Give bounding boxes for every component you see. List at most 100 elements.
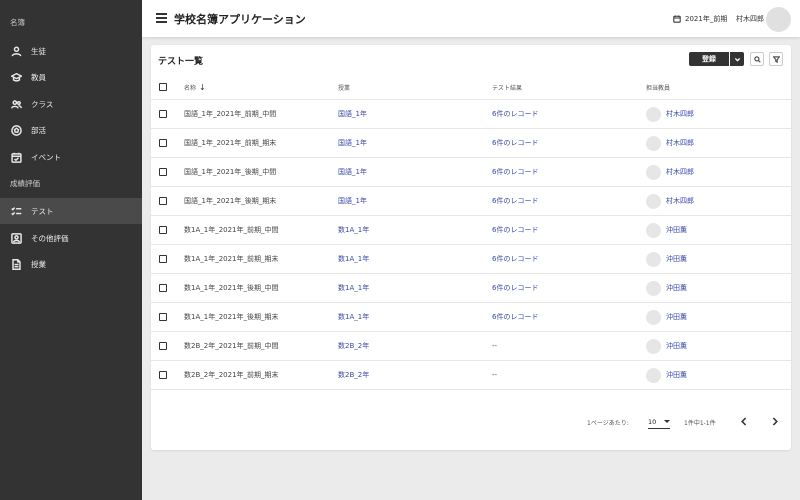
term-label: 2021年_前期 — [685, 15, 728, 23]
sidebar-item-clubs[interactable]: 部活 — [0, 117, 142, 143]
select-all-checkbox[interactable] — [159, 83, 167, 91]
teacher-cell: 村木四郎 — [646, 100, 694, 128]
sidebar-item-courses[interactable]: 授業 — [0, 251, 142, 277]
result-link[interactable]: 6件のレコード — [492, 158, 538, 186]
course-link[interactable]: 数1A_1年 — [338, 245, 369, 273]
chevron-left-icon — [741, 416, 747, 426]
teacher-link[interactable]: 村木四郎 — [666, 138, 694, 148]
table-row[interactable]: 国語_1年_2021年_後期_期末 国語_1年 6件のレコード 村木四郎 — [151, 187, 791, 216]
result-link[interactable]: 6件のレコード — [492, 187, 538, 215]
teacher-link[interactable]: 沖田薫 — [666, 370, 687, 380]
result-link[interactable]: 6件のレコード — [492, 245, 538, 273]
table-row[interactable]: 数2B_2年_2021年_前期_中間 数2B_2年 -- 沖田薫 — [151, 332, 791, 361]
result-link[interactable]: 6件のレコード — [492, 100, 538, 128]
table-row[interactable]: 国語_1年_2021年_前期_中間 国語_1年 6件のレコード 村木四郎 — [151, 100, 791, 129]
table-row[interactable]: 数2B_2年_2021年_前期_期末 数2B_2年 -- 沖田薫 — [151, 361, 791, 390]
chevron-down-icon — [734, 57, 740, 62]
previous-page-button[interactable] — [737, 414, 751, 428]
row-checkbox[interactable] — [159, 139, 167, 147]
course-link[interactable]: 国語_1年 — [338, 187, 367, 215]
sidebar-item-label: クラス — [31, 99, 54, 109]
register-button[interactable]: 登録 — [689, 52, 729, 66]
sidebar-item-events[interactable]: イベント — [0, 144, 142, 170]
teacher-avatar — [646, 338, 661, 354]
column-header-course: 授業 — [338, 84, 351, 92]
dropdown-arrow-icon — [664, 420, 670, 423]
sidebar-item-classes[interactable]: クラス — [0, 91, 142, 117]
result-link[interactable]: 6件のレコード — [492, 274, 538, 302]
teacher-avatar — [646, 135, 661, 151]
test-name: 数1A_1年_2021年_前期_期末 — [184, 255, 279, 263]
table-header-row: 名称 ↓ 授業 テスト結果 担当教員 — [151, 75, 791, 100]
sidebar: 名簿 生徒 教員 クラス 部活 イベント 成績評価 テスト その他評価 授業 — [0, 0, 142, 500]
course-link[interactable]: 国語_1年 — [338, 158, 367, 186]
teacher-link[interactable]: 村木四郎 — [666, 109, 694, 119]
result-link[interactable]: 6件のレコード — [492, 303, 538, 331]
sidebar-item-label: 部活 — [31, 125, 46, 135]
test-name: 数1A_1年_2021年_後期_期末 — [184, 313, 279, 321]
test-list-card: テスト一覧 登録 名称 ↓ 授業 テスト結果 担当教員 国語_1年_2021年_… — [151, 45, 791, 450]
app-title: 学校名簿アプリケーション — [174, 13, 306, 26]
teacher-avatar — [646, 309, 661, 325]
table-row[interactable]: 数1A_1年_2021年_後期_中間 数1A_1年 6件のレコード 沖田薫 — [151, 274, 791, 303]
teacher-avatar — [646, 280, 661, 296]
sidebar-item-label: 教員 — [31, 72, 46, 82]
result-link[interactable]: 6件のレコード — [492, 216, 538, 244]
course-link[interactable]: 数1A_1年 — [338, 303, 369, 331]
table-row[interactable]: 国語_1年_2021年_後期_中間 国語_1年 6件のレコード 村木四郎 — [151, 158, 791, 187]
row-checkbox[interactable] — [159, 342, 167, 350]
sidebar-item-tests[interactable]: テスト — [0, 198, 142, 224]
teacher-link[interactable]: 沖田薫 — [666, 312, 687, 322]
table-row[interactable]: 国語_1年_2021年_前期_期末 国語_1年 6件のレコード 村木四郎 — [151, 129, 791, 158]
filter-button[interactable] — [769, 52, 783, 66]
teacher-cell: 沖田薫 — [646, 332, 687, 360]
table-row[interactable]: 数1A_1年_2021年_後期_期末 数1A_1年 6件のレコード 沖田薫 — [151, 303, 791, 332]
course-link[interactable]: 数2B_2年 — [338, 332, 369, 360]
teacher-cell: 村木四郎 — [646, 187, 694, 215]
menu-icon[interactable] — [156, 13, 167, 23]
teacher-cell: 村木四郎 — [646, 158, 694, 186]
sidebar-item-teachers[interactable]: 教員 — [0, 64, 142, 90]
avatar[interactable] — [766, 7, 791, 32]
row-checkbox[interactable] — [159, 313, 167, 321]
course-link[interactable]: 数1A_1年 — [338, 216, 369, 244]
row-checkbox[interactable] — [159, 255, 167, 263]
course-link[interactable]: 国語_1年 — [338, 129, 367, 157]
teacher-link[interactable]: 沖田薫 — [666, 341, 687, 351]
row-checkbox[interactable] — [159, 168, 167, 176]
register-menu-button[interactable] — [730, 52, 744, 66]
table-row[interactable]: 数1A_1年_2021年_前期_中間 数1A_1年 6件のレコード 沖田薫 — [151, 216, 791, 245]
course-link[interactable]: 国語_1年 — [338, 100, 367, 128]
next-page-button[interactable] — [768, 414, 782, 428]
teacher-cell: 沖田薫 — [646, 216, 687, 244]
teacher-link[interactable]: 村木四郎 — [666, 196, 694, 206]
row-checkbox[interactable] — [159, 197, 167, 205]
sidebar-item-other-evaluations[interactable]: その他評価 — [0, 225, 142, 251]
course-link[interactable]: 数1A_1年 — [338, 274, 369, 302]
filter-icon — [772, 55, 780, 63]
teacher-link[interactable]: 村木四郎 — [666, 167, 694, 177]
search-button[interactable] — [750, 52, 764, 66]
row-checkbox[interactable] — [159, 284, 167, 292]
teacher-link[interactable]: 沖田薫 — [666, 225, 687, 235]
term-selector[interactable]: 2021年_前期 — [673, 14, 727, 24]
teacher-link[interactable]: 沖田薫 — [666, 283, 687, 293]
test-name: 数1A_1年_2021年_後期_中間 — [184, 284, 279, 292]
table-row[interactable]: 数1A_1年_2021年_前期_期末 数1A_1年 6件のレコード 沖田薫 — [151, 245, 791, 274]
teacher-link[interactable]: 沖田薫 — [666, 254, 687, 264]
account-box-icon — [0, 232, 30, 244]
test-name: 国語_1年_2021年_前期_期末 — [184, 139, 277, 147]
rows-per-page-select[interactable]: 10 — [648, 415, 670, 429]
test-name: 国語_1年_2021年_前期_中間 — [184, 110, 277, 118]
column-header-name[interactable]: 名称 ↓ — [184, 75, 206, 99]
result-link[interactable]: 6件のレコード — [492, 129, 538, 157]
row-checkbox[interactable] — [159, 226, 167, 234]
row-checkbox[interactable] — [159, 371, 167, 379]
school-icon — [0, 72, 30, 83]
row-checkbox[interactable] — [159, 110, 167, 118]
person-icon — [0, 46, 30, 57]
teacher-cell: 村木四郎 — [646, 129, 694, 157]
rows-per-page-label: 1ページあたり: — [587, 420, 629, 427]
course-link[interactable]: 数2B_2年 — [338, 361, 369, 389]
sidebar-item-students[interactable]: 生徒 — [0, 38, 142, 64]
